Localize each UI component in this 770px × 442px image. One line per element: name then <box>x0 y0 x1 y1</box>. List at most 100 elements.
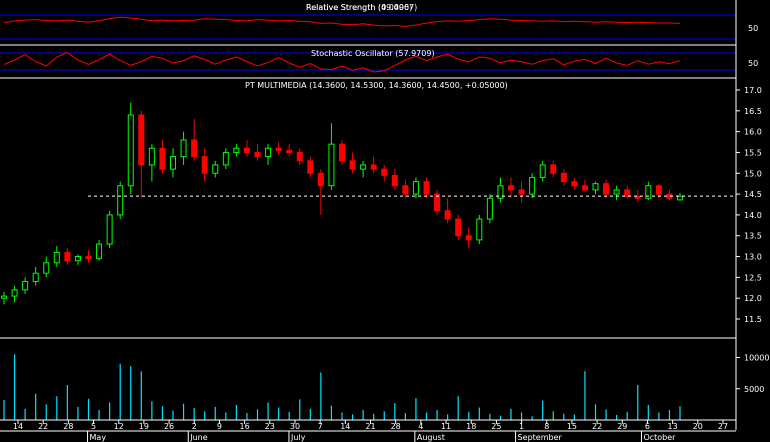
candle-body <box>201 156 208 174</box>
candle-body <box>11 289 18 297</box>
x-tick-label: 9 <box>217 422 222 431</box>
x-month-label: June <box>189 433 208 442</box>
candle-body <box>339 143 345 162</box>
price-tick-label: 16.5 <box>744 107 762 116</box>
x-tick-label: 30 <box>290 422 300 431</box>
x-tick-label: 21 <box>365 422 375 431</box>
x-tick-label: 25 <box>491 422 501 431</box>
candle-body <box>159 147 166 170</box>
x-month-label: October <box>643 433 676 442</box>
candle-body <box>53 251 60 264</box>
volume-tick-label: 10000 <box>744 354 769 363</box>
x-month-label: July <box>290 433 306 442</box>
candle-body <box>603 183 610 195</box>
candle-body <box>328 143 335 187</box>
x-tick-label: 15 <box>567 422 577 431</box>
price-tick-label: 16.0 <box>744 128 762 137</box>
chart-background <box>0 0 770 442</box>
x-tick-label: 14 <box>13 422 23 431</box>
rsi-title-overlap: Relative Strength (0.0000) <box>306 3 412 12</box>
candle-body <box>106 214 113 245</box>
price-tick-label: 12.0 <box>744 294 762 303</box>
candle-body <box>391 174 398 187</box>
candle-body <box>307 160 314 174</box>
candle-body <box>677 195 683 201</box>
x-tick-label: 22 <box>38 422 48 431</box>
x-tick-label: 28 <box>63 422 73 431</box>
candle-body <box>254 151 261 158</box>
candle-body <box>349 160 356 170</box>
candle-body <box>571 181 578 187</box>
candle-body <box>85 256 92 260</box>
candle-body <box>191 139 198 158</box>
candle-body <box>412 181 419 195</box>
candle-body <box>518 189 525 195</box>
candle-body <box>265 147 272 158</box>
x-month-label: September <box>518 433 563 442</box>
volume-tick-label: 5000 <box>744 385 764 394</box>
candle-body <box>402 185 409 195</box>
x-month-label: May <box>90 433 107 442</box>
candle-body <box>560 172 567 183</box>
x-tick-label: 1 <box>519 422 524 431</box>
candle-body <box>275 147 282 151</box>
candle-body <box>64 251 71 262</box>
x-tick-labels: 14 22 28 5 12 19 26 2 9 16 23 30 7 14 21 28 4 11 18 25 1 8 15 2… <box>13 420 728 431</box>
candle-body <box>170 156 176 170</box>
x-tick-label: 2 <box>192 422 197 431</box>
candle-body <box>22 281 29 291</box>
candle-body <box>592 183 599 191</box>
candle-body <box>508 185 514 191</box>
rsi-y-tick: 50 <box>748 24 758 33</box>
x-tick-label: 20 <box>693 422 703 431</box>
candle-body <box>455 218 462 237</box>
candle-body <box>655 185 662 195</box>
candle-body <box>624 189 631 197</box>
candle-body <box>486 197 493 220</box>
x-tick-label: 23 <box>265 422 275 431</box>
x-tick-label: 27 <box>718 422 728 431</box>
x-tick-label: 18 <box>466 422 476 431</box>
x-tick-label: 5 <box>91 422 96 431</box>
candle-body <box>233 147 240 153</box>
x-tick-label: 22 <box>592 422 602 431</box>
x-tick-label: 26 <box>164 422 174 431</box>
candle-body <box>74 256 81 262</box>
price-tick-label: 17.0 <box>744 86 762 95</box>
candle-body <box>43 262 50 274</box>
x-tick-label: 14 <box>340 422 350 431</box>
x-tick-label: 8 <box>544 422 549 431</box>
candle-body <box>360 164 367 170</box>
candle-body <box>529 176 536 195</box>
candle-body <box>539 164 546 178</box>
price-tick-label: 14.0 <box>744 211 762 220</box>
x-tick-label: 29 <box>617 422 627 431</box>
x-tick-label: 19 <box>139 422 149 431</box>
candle-body <box>317 172 324 187</box>
candle-body <box>243 147 250 153</box>
candle-body <box>465 235 472 241</box>
candle-body <box>117 185 124 216</box>
price-tick-label: 13.0 <box>744 253 762 262</box>
stoch-y-tick: 50 <box>748 59 758 68</box>
price-tick-label: 13.5 <box>744 232 762 241</box>
x-tick-label: 7 <box>318 422 323 431</box>
price-tick-label: 14.5 <box>744 190 762 199</box>
stock-chart: Relative Strength (49.4967) Relative Str… <box>0 0 770 442</box>
x-tick-label: 12 <box>114 422 124 431</box>
price-title: PT MULTIMEDIA (14.3600, 14.5300, 14.3600… <box>245 81 508 90</box>
price-tick-label: 11.5 <box>744 315 762 324</box>
candle-body <box>581 185 588 191</box>
x-tick-label: 6 <box>645 422 650 431</box>
x-tick-label: 16 <box>240 422 250 431</box>
price-tick-label: 12.5 <box>744 273 762 282</box>
candle-body <box>370 164 377 170</box>
x-tick-label: 13 <box>668 422 678 431</box>
candle-body <box>613 189 620 195</box>
candle-body <box>296 151 303 162</box>
price-tick-label: 15.5 <box>744 148 762 157</box>
candle-body <box>32 272 39 283</box>
candle-body <box>127 114 134 187</box>
candle-body <box>148 147 155 166</box>
candle-body <box>423 181 430 195</box>
